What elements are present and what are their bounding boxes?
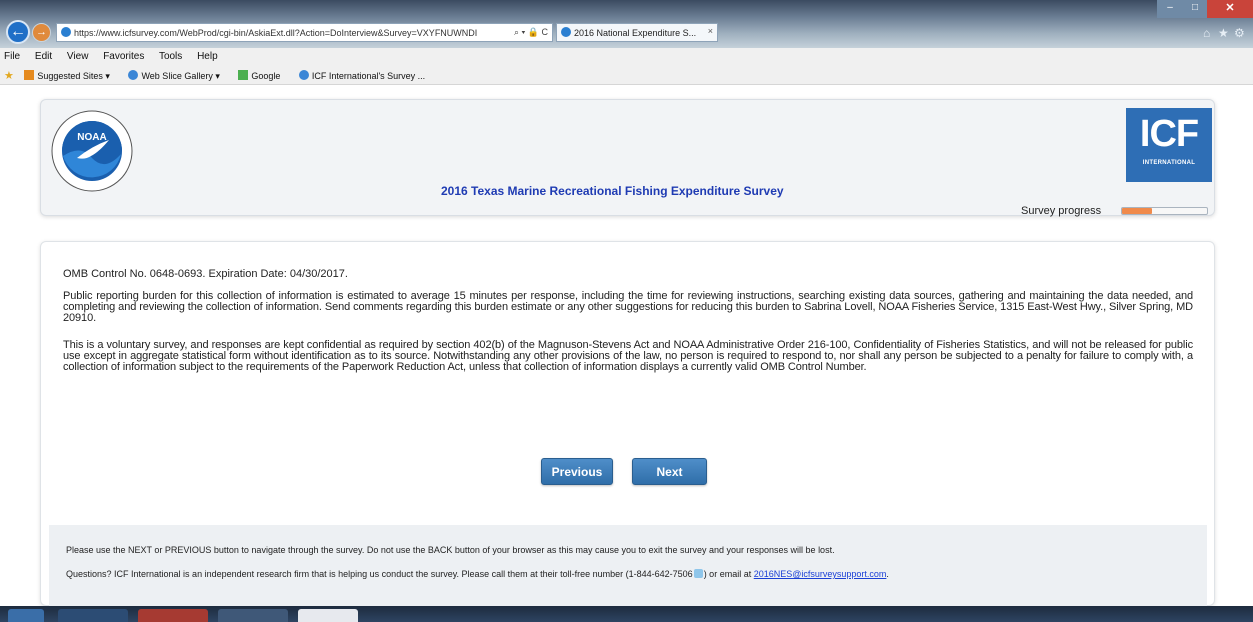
support-email-link[interactable]: 2016NES@icfsurveysupport.com <box>754 569 887 579</box>
voluntary-paragraph: This is a voluntary survey, and response… <box>63 339 1193 373</box>
close-tab-icon[interactable]: × <box>708 26 713 36</box>
questions-note: Questions? ICF International is an indep… <box>66 569 889 579</box>
noaa-logo: NOAA <box>51 110 133 192</box>
minimize-button[interactable]: – <box>1157 0 1183 18</box>
address-bar[interactable]: https://www.icfsurvey.com/WebProd/cgi-bi… <box>56 23 553 42</box>
favorites-star-icon[interactable]: ★ <box>4 70 14 82</box>
survey-content: OMB Control No. 0648-0693. Expiration Da… <box>40 241 1215 607</box>
window-controls: – □ ✕ <box>1157 0 1253 20</box>
start-button[interactable] <box>8 609 44 622</box>
google-icon <box>238 70 249 80</box>
taskbar-app-doc[interactable] <box>298 609 358 622</box>
back-arrow-icon[interactable]: ← <box>6 20 30 44</box>
previous-button[interactable]: Previous <box>541 458 613 485</box>
questions-text: Questions? ICF International is an indep… <box>66 569 693 579</box>
menu-tools[interactable]: Tools <box>159 51 182 62</box>
menu-edit[interactable]: Edit <box>35 51 52 62</box>
survey-progress-bar <box>1121 207 1208 215</box>
noaa-logo-text: NOAA <box>77 132 106 143</box>
taskbar-app-globe[interactable] <box>218 609 288 622</box>
fav-google-label: Google <box>251 71 281 81</box>
ie-page-icon <box>61 27 71 37</box>
fav-icf-label: ICF International's Survey ... <box>311 71 426 81</box>
favorites-star-icon[interactable]: ★ <box>1218 26 1229 40</box>
taskbar-ie[interactable] <box>58 609 128 622</box>
survey-header: NOAA 2016 Texas Marine Recreational Fish… <box>40 99 1215 217</box>
survey-footer: Please use the NEXT or PREVIOUS button t… <box>49 525 1207 607</box>
browser-title-bar: ← → https://www.icfsurvey.com/WebProd/cg… <box>0 0 1253 48</box>
menu-view[interactable]: View <box>67 51 89 62</box>
progress-label: Survey progress <box>1021 205 1102 217</box>
fav-web-slice-gallery[interactable]: Web Slice Gallery ▾ <box>128 70 227 81</box>
maximize-button[interactable]: □ <box>1183 0 1207 18</box>
menu-help[interactable]: Help <box>197 51 218 62</box>
icf-logo-text: ICF <box>1139 113 1199 155</box>
fav-google[interactable]: Google <box>238 70 288 81</box>
ie-fav-icon <box>298 70 309 80</box>
web-slice-icon <box>128 70 139 80</box>
menu-favorites[interactable]: Favorites <box>103 51 144 62</box>
menu-bar: File Edit View Favorites Tools Help <box>0 48 1253 65</box>
browser-tab[interactable]: 2016 National Expenditure S... × <box>556 23 718 42</box>
tab-title: 2016 National Expenditure S... <box>574 28 697 38</box>
icf-logo-subtext: INTERNATIONAL <box>1142 160 1196 166</box>
home-icon[interactable]: ⌂ <box>1203 26 1210 40</box>
icf-logo: ICF INTERNATIONAL <box>1126 108 1212 182</box>
navigation-note: Please use the NEXT or PREVIOUS button t… <box>66 545 835 555</box>
favorites-bar: ★ Suggested Sites ▾ Web Slice Gallery ▾ … <box>0 65 1253 85</box>
menu-file[interactable]: File <box>4 51 20 62</box>
settings-gear-icon[interactable]: ⚙ <box>1234 26 1245 40</box>
fav-icf-survey[interactable]: ICF International's Survey ... <box>298 70 433 81</box>
address-controls[interactable]: ⌕ ▾ 🔒 C <box>510 27 548 38</box>
address-url: https://www.icfsurvey.com/WebProd/cgi-bi… <box>74 28 478 38</box>
phone-icon <box>693 569 703 578</box>
burden-paragraph: Public reporting burden for this collect… <box>63 290 1193 324</box>
questions-middle: ) or email at <box>703 569 752 579</box>
taskbar-app-red[interactable] <box>138 609 208 622</box>
questions-suffix: . <box>886 569 889 579</box>
fav-web-slice-label: Web Slice Gallery ▾ <box>141 71 220 81</box>
omb-control-text: OMB Control No. 0648-0693. Expiration Da… <box>63 268 348 280</box>
survey-progress-fill <box>1122 208 1152 214</box>
suggested-sites-icon <box>24 70 35 80</box>
taskbar <box>0 606 1253 622</box>
ie-tab-icon <box>561 27 571 37</box>
fav-suggested-sites-label: Suggested Sites ▾ <box>37 71 110 81</box>
forward-icon[interactable]: → <box>32 23 51 42</box>
survey-title: 2016 Texas Marine Recreational Fishing E… <box>441 184 784 198</box>
fav-suggested-sites[interactable]: Suggested Sites ▾ <box>24 70 118 81</box>
next-button[interactable]: Next <box>632 458 707 485</box>
survey-page: NOAA 2016 Texas Marine Recreational Fish… <box>0 86 1253 607</box>
close-window-button[interactable]: ✕ <box>1207 0 1253 18</box>
